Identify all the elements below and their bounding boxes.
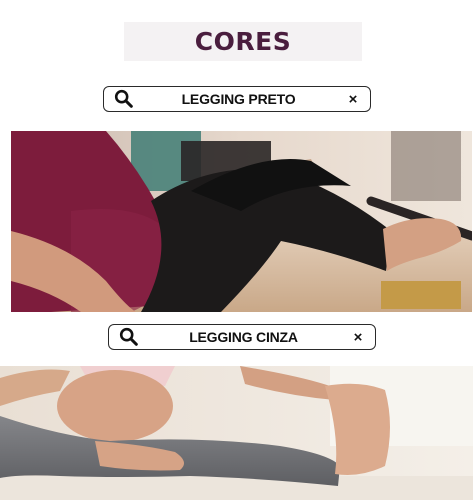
search-icon (114, 89, 133, 108)
search-query-label: LEGGING PRETO (181, 91, 296, 107)
search-bar-cinza[interactable]: LEGGING CINZA × (108, 324, 376, 350)
close-icon[interactable]: × (342, 91, 364, 108)
page-title: CORES (194, 27, 292, 56)
close-icon[interactable]: × (347, 329, 369, 346)
search-query-label: LEGGING CINZA (189, 329, 298, 345)
photo-legging-cinza (0, 366, 473, 500)
title-banner: CORES (124, 22, 362, 61)
search-bar-preto[interactable]: LEGGING PRETO × (103, 86, 371, 112)
search-icon (119, 327, 138, 346)
photo-legging-preto (11, 131, 472, 312)
